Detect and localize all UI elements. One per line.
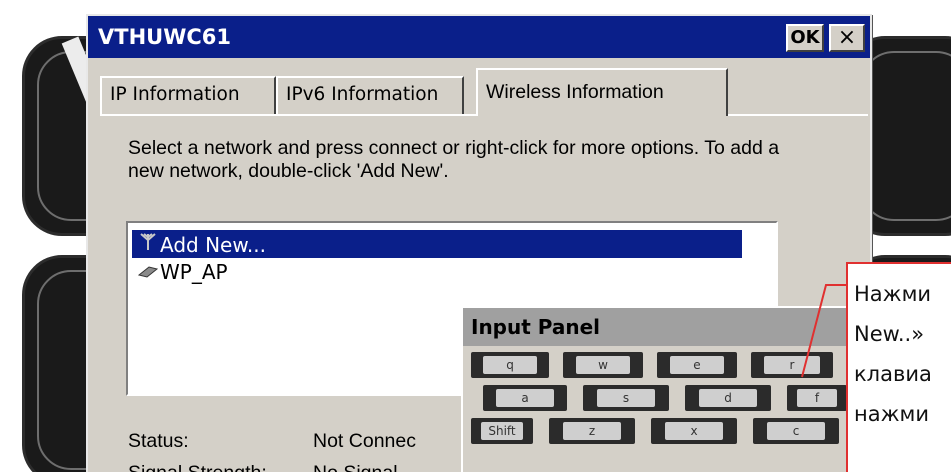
key-s[interactable]: s bbox=[583, 385, 669, 411]
tab-ip-information[interactable]: IP Information bbox=[100, 76, 276, 114]
key-a[interactable]: a bbox=[483, 385, 567, 411]
key-e[interactable]: e bbox=[657, 352, 737, 378]
annotation-line-3: клавиа bbox=[854, 362, 932, 386]
key-x[interactable]: x bbox=[651, 418, 737, 444]
key-d[interactable]: d bbox=[685, 385, 771, 411]
instructions-text: Select a network and press connect or ri… bbox=[128, 137, 780, 182]
ok-button[interactable]: OK bbox=[786, 24, 824, 52]
signal-strength-value: No Signal bbox=[313, 462, 398, 472]
network-label: WP_AP bbox=[160, 260, 228, 284]
status-value: Not Connec bbox=[313, 430, 416, 452]
input-panel-title: Input Panel bbox=[471, 315, 601, 339]
key-shift[interactable]: Shift bbox=[471, 418, 533, 444]
tab-wireless-information[interactable]: Wireless Information bbox=[476, 68, 728, 116]
annotation-line-4: нажми bbox=[854, 402, 930, 426]
title-bar: VTHUWC61 OK × bbox=[88, 16, 870, 58]
dialog-title: VTHUWC61 bbox=[98, 25, 232, 49]
signal-strength-label: Signal Strength: bbox=[128, 462, 267, 472]
network-label: Add New... bbox=[160, 233, 266, 257]
annotation-line-1: Нажми bbox=[854, 282, 932, 306]
list-item-wp-ap[interactable]: WP_AP bbox=[132, 258, 432, 286]
status-label: Status: bbox=[128, 430, 189, 452]
close-button[interactable]: × bbox=[829, 24, 865, 52]
antenna-icon bbox=[136, 230, 160, 259]
key-z[interactable]: z bbox=[549, 418, 635, 444]
annotation-callout: Нажми New..» клавиа нажми bbox=[846, 262, 951, 472]
annotation-line-2: New..» bbox=[854, 322, 925, 346]
key-c[interactable]: c bbox=[753, 418, 839, 444]
key-w[interactable]: w bbox=[563, 352, 643, 378]
network-icon bbox=[136, 258, 160, 286]
tab-panel-border bbox=[100, 114, 476, 116]
tab-panel-border-right bbox=[728, 114, 868, 116]
tab-ipv6-information[interactable]: IPv6 Information bbox=[276, 76, 464, 114]
list-item-add-new[interactable]: Add New... bbox=[132, 230, 742, 258]
key-f[interactable]: f bbox=[787, 385, 847, 411]
annotation-text: Нажми New..» клавиа нажми bbox=[854, 274, 932, 434]
key-q[interactable]: q bbox=[471, 352, 549, 378]
